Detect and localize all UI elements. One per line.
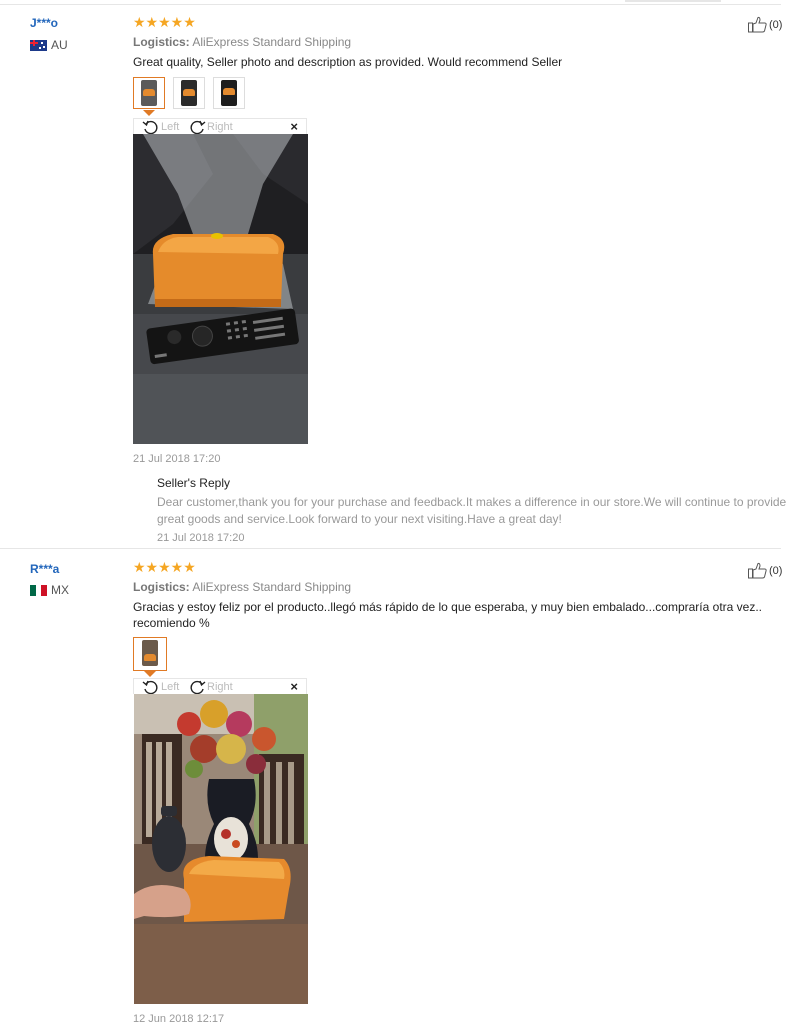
close-viewer-button[interactable]: × bbox=[290, 679, 298, 694]
rotate-right-icon bbox=[190, 120, 206, 135]
logistics-label: Logistics: bbox=[133, 580, 190, 594]
rotate-right-label: Right bbox=[207, 681, 233, 693]
thumbnail-pointer bbox=[144, 671, 156, 677]
rotate-left-icon bbox=[142, 680, 158, 695]
rotate-right-button[interactable]: Right bbox=[188, 679, 233, 695]
logistics-info: Logistics: AliExpress Standard Shipping bbox=[133, 580, 351, 594]
review-item: R***a MX ★★★★★ Logistics: AliExpress Sta… bbox=[0, 552, 790, 1034]
mexico-flag-icon bbox=[30, 584, 47, 596]
logistics-info: Logistics: AliExpress Standard Shipping bbox=[133, 35, 351, 49]
rotate-left-button[interactable]: Left bbox=[142, 119, 179, 135]
review-photo-thumbnail[interactable] bbox=[213, 77, 245, 109]
thumbs-up-icon bbox=[748, 562, 767, 579]
helpful-count: (0) bbox=[769, 18, 783, 31]
logistics-label: Logistics: bbox=[133, 35, 190, 49]
reviewer-country: AU bbox=[30, 38, 68, 52]
close-viewer-button[interactable]: × bbox=[290, 119, 298, 134]
review-photo-thumbnails bbox=[133, 637, 167, 671]
logistics-value: AliExpress Standard Shipping bbox=[192, 35, 352, 49]
seller-reply-text: Dear customer,thank you for your purchas… bbox=[157, 495, 787, 526]
country-code: MX bbox=[51, 583, 69, 597]
rotate-right-label: Right bbox=[207, 121, 233, 133]
helpful-count: (0) bbox=[769, 564, 783, 577]
review-photo-bread-vase bbox=[134, 694, 308, 1004]
review-text: Gracias y estoy feliz por el producto..l… bbox=[133, 600, 762, 630]
review-photo-thumbnails bbox=[133, 77, 245, 109]
reviewer-name: R***a bbox=[30, 562, 60, 576]
rating-stars: ★★★★★ bbox=[133, 14, 196, 30]
review-date: 12 Jun 2018 12:17 bbox=[133, 1013, 225, 1025]
review-divider bbox=[0, 548, 781, 549]
rating-stars: ★★★★★ bbox=[133, 559, 196, 575]
photo-viewer-toolbar: Left Right × bbox=[133, 118, 307, 135]
review-item: J***o AU ★★★★★ Logistics: AliExpress Sta… bbox=[0, 0, 790, 548]
seller-reply-date: 21 Jul 2018 17:20 bbox=[157, 532, 245, 544]
rotate-left-button[interactable]: Left bbox=[142, 679, 179, 695]
photo-viewer-toolbar: Left Right × bbox=[133, 678, 307, 695]
review-text: Great quality, Seller photo and descript… bbox=[133, 55, 563, 69]
review-date: 21 Jul 2018 17:20 bbox=[133, 453, 221, 465]
helpful-button[interactable]: (0) bbox=[748, 16, 782, 33]
review-photo-thumbnail[interactable] bbox=[173, 77, 205, 109]
rotate-left-label: Left bbox=[161, 681, 180, 693]
thumbnail-pointer bbox=[143, 110, 155, 116]
seller-reply-title: Seller's Reply bbox=[157, 476, 230, 490]
rotate-right-button[interactable]: Right bbox=[188, 119, 233, 135]
rotate-left-icon bbox=[142, 120, 158, 135]
rotate-left-label: Left bbox=[161, 121, 180, 133]
australia-flag-icon bbox=[30, 39, 47, 51]
review-photo-thumbnail[interactable] bbox=[133, 77, 165, 109]
country-code: AU bbox=[51, 38, 68, 52]
review-photo-bread-remote bbox=[133, 134, 308, 444]
helpful-button[interactable]: (0) bbox=[748, 562, 782, 579]
reviewer-country: MX bbox=[30, 583, 69, 597]
review-photo-thumbnail[interactable] bbox=[133, 637, 167, 671]
logistics-value: AliExpress Standard Shipping bbox=[192, 580, 352, 594]
rotate-right-icon bbox=[190, 680, 206, 695]
reviewer-name: J***o bbox=[30, 16, 59, 30]
thumbs-up-icon bbox=[748, 16, 767, 33]
